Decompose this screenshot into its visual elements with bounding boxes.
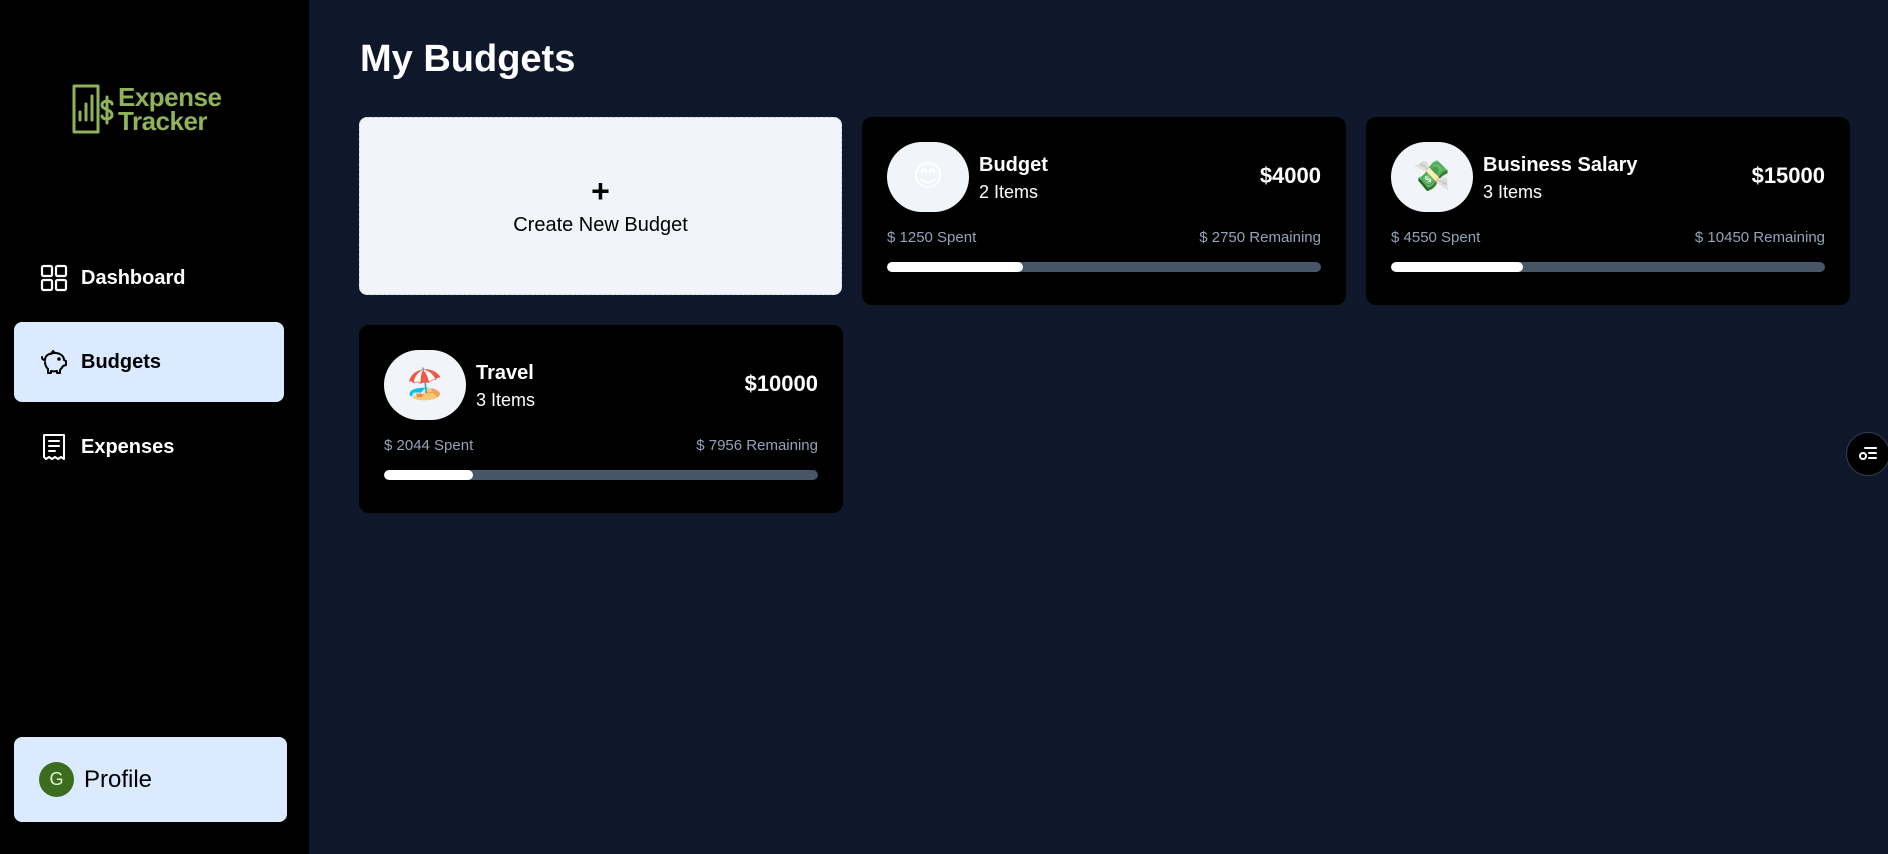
budget-card[interactable]: 🏖️ Travel 3 Items $10000 $ 2044 Spent $ … [359,325,843,513]
budget-amount: $10000 [744,371,818,396]
profile-button[interactable]: G Profile [14,737,287,822]
budget-name: Budget [979,154,1048,176]
budget-card[interactable]: 😊 Budget 2 Items $4000 $ 1250 Spent $ 27… [862,117,1346,305]
sidebar-item-label: Dashboard [81,266,186,289]
budget-amount: $15000 [1751,163,1825,188]
create-budget-label: Create New Budget [513,213,688,236]
app-name-line2: Tracker [118,106,208,136]
chart-receipt-icon [72,84,114,134]
budget-card[interactable]: 💸 Business Salary 3 Items $15000 $ 4550 … [1366,117,1850,305]
budget-progress-fill [887,262,1023,272]
settings-toggle-button[interactable] [1846,432,1888,476]
sidebar: Expense Tracker Dashboard Budgets Expens… [0,0,309,854]
sidebar-item-label: Expenses [81,435,175,458]
page-title: My Budgets [360,38,576,80]
budget-spent: $ 2044 Spent [384,437,474,454]
avatar: G [39,762,74,797]
plus-icon: + [591,172,610,209]
budget-item-count: 2 Items [979,182,1039,202]
sidebar-item-dashboard[interactable]: Dashboard [14,238,284,318]
app-name: Expense Tracker [118,84,222,136]
budget-progress-fill [1391,262,1523,272]
sidebar-item-budgets[interactable]: Budgets [14,322,284,402]
budget-remaining: $ 2750 Remaining [1199,229,1321,246]
budget-emoji: 🏖️ [384,350,466,420]
budget-progress-bar [384,470,818,480]
budget-amount: $4000 [1259,163,1321,188]
budget-name: Travel [476,362,534,384]
profile-label: Profile [84,765,153,793]
budget-emoji: 😊 [887,142,969,212]
create-budget-button[interactable]: + Create New Budget [359,117,842,295]
sidebar-item-label: Budgets [81,350,161,373]
budget-item-count: 3 Items [1483,182,1543,202]
budget-item-count: 3 Items [476,390,536,410]
budget-progress-bar [887,262,1321,272]
budget-emoji: 💸 [1391,142,1473,212]
toggle-list-icon [1859,447,1877,460]
budget-spent: $ 1250 Spent [887,229,977,246]
budget-remaining: $ 10450 Remaining [1694,229,1825,246]
budget-progress-fill [384,470,473,480]
budget-progress-bar [1391,262,1825,272]
budget-spent: $ 4550 Spent [1391,229,1481,246]
grid-icon [40,264,68,292]
app-logo[interactable]: Expense Tracker [68,82,222,136]
receipt-icon [43,434,65,460]
sidebar-item-expenses[interactable]: Expenses [14,407,284,487]
piggy-bank-icon [41,350,67,374]
budget-name: Business Salary [1483,154,1638,176]
budget-remaining: $ 7956 Remaining [696,437,818,454]
